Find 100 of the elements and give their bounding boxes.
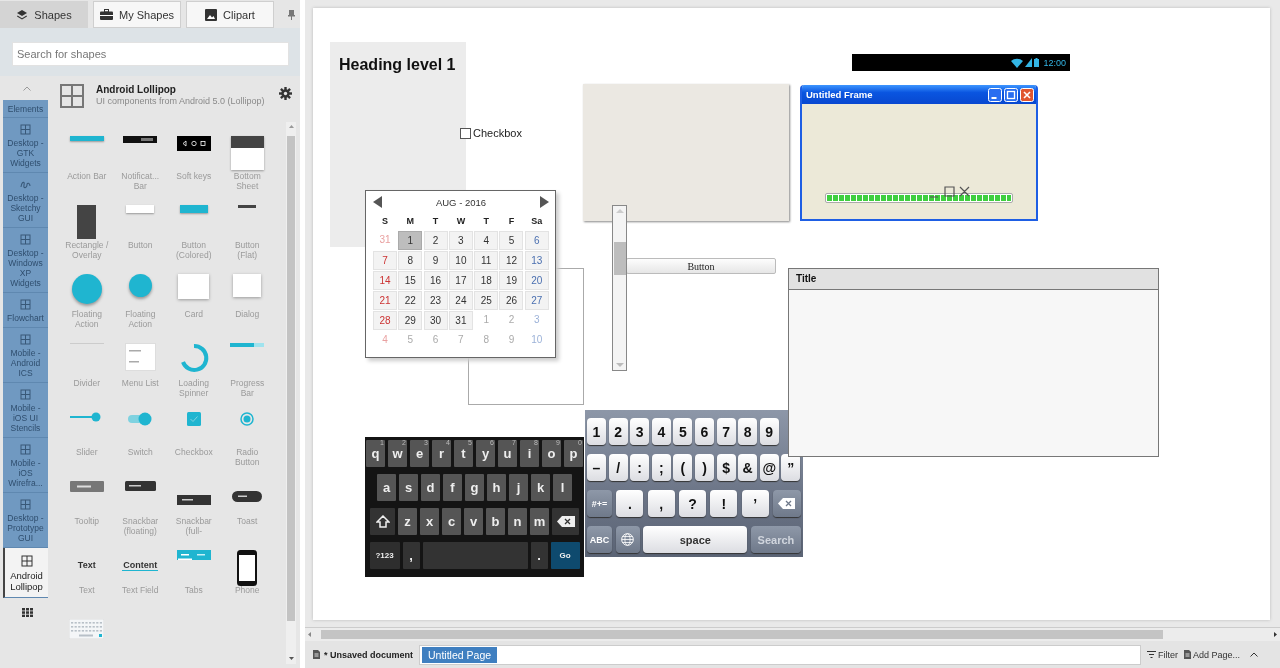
key[interactable]: 6 — [694, 418, 714, 445]
key[interactable]: g — [465, 474, 484, 501]
key[interactable]: ABC — [587, 526, 612, 553]
calendar-day[interactable]: 5 — [499, 231, 524, 250]
scrollbar-thumb[interactable] — [287, 136, 295, 621]
calendar-day[interactable]: 23 — [423, 291, 448, 310]
key[interactable]: , — [647, 490, 675, 517]
key[interactable]: : — [630, 454, 650, 481]
add-page-button[interactable]: Add Page... — [1184, 649, 1241, 660]
scroll-left-icon[interactable] — [308, 632, 311, 637]
key[interactable]: 7 — [716, 418, 736, 445]
calendar-day[interactable]: 20 — [524, 271, 549, 290]
calendar-day[interactable]: 29 — [398, 311, 423, 330]
key[interactable]: 2 — [608, 418, 628, 445]
calendar-day[interactable]: 4 — [474, 231, 499, 250]
calendar-day[interactable]: 19 — [499, 271, 524, 290]
calendar-day[interactable]: 2 — [423, 231, 448, 250]
panel-tab[interactable]: Shapes — [0, 1, 88, 28]
pin-icon[interactable] — [288, 9, 295, 20]
maximize-button[interactable] — [1004, 87, 1018, 102]
calendar-day[interactable]: 9 — [423, 251, 448, 270]
panel-tab[interactable]: My Shapes — [93, 1, 181, 28]
key[interactable]: a — [377, 474, 396, 501]
calendar-day[interactable]: 16 — [423, 271, 448, 290]
key[interactable]: $ — [716, 454, 736, 481]
key[interactable]: k — [531, 474, 550, 501]
scroll-up-icon[interactable] — [288, 125, 294, 128]
key[interactable]: m — [530, 508, 549, 535]
key[interactable]: 8 — [738, 418, 758, 445]
key[interactable]: 5 — [673, 418, 693, 445]
close-button[interactable] — [1020, 87, 1034, 102]
key[interactable]: x — [420, 508, 439, 535]
calendar-day[interactable]: 13 — [524, 251, 549, 270]
backspace-key[interactable] — [772, 490, 801, 517]
key[interactable]: 3 — [630, 418, 650, 445]
key[interactable]: , — [402, 542, 420, 569]
scroll-right-icon[interactable] — [1274, 632, 1277, 637]
calendar-day[interactable]: 7 — [373, 251, 397, 270]
calendar-day[interactable]: 30 — [423, 311, 448, 330]
key[interactable]: #+= — [587, 490, 612, 517]
key[interactable]: s — [399, 474, 418, 501]
scroll-down-icon[interactable] — [288, 657, 294, 660]
key[interactable]: ( — [673, 454, 693, 481]
checkbox[interactable] — [460, 127, 471, 139]
key[interactable]: l — [553, 474, 572, 501]
calendar-day[interactable]: 22 — [398, 291, 423, 310]
key[interactable]: ?123 — [369, 542, 400, 569]
key[interactable]: / — [608, 454, 628, 481]
key[interactable]: 4 — [651, 418, 671, 445]
backspace-key[interactable] — [552, 508, 579, 535]
minimize-button[interactable] — [988, 87, 1002, 102]
key[interactable]: d — [421, 474, 440, 501]
calendar-day[interactable]: 11 — [474, 251, 499, 270]
key[interactable]: f — [443, 474, 462, 501]
key[interactable]: – — [587, 454, 606, 481]
category-tab[interactable]: Android Lollipop — [3, 548, 48, 598]
calendar-day[interactable]: 21 — [373, 291, 397, 310]
key[interactable]: ” — [781, 454, 801, 481]
search-field[interactable]: Search for shapes — [12, 42, 289, 66]
key[interactable]: ; — [651, 454, 671, 481]
scrollbar-thumb[interactable] — [613, 242, 626, 275]
shift-key[interactable] — [370, 508, 395, 535]
apps-icon[interactable] — [21, 608, 33, 617]
filter-button[interactable]: Filter — [1147, 649, 1179, 660]
calendar-day[interactable]: 8 — [398, 251, 423, 270]
calendar-day[interactable]: 25 — [474, 291, 499, 310]
key[interactable]: c — [442, 508, 461, 535]
key[interactable]: b — [486, 508, 505, 535]
key[interactable]: ’ — [741, 490, 769, 517]
key[interactable]: ? — [679, 490, 706, 517]
calendar-day[interactable]: 28 — [373, 311, 397, 330]
calendar-day[interactable]: 27 — [524, 291, 549, 310]
settings-icon[interactable] — [279, 87, 292, 100]
scrollbar-thumb[interactable] — [321, 630, 1163, 639]
calendar-day[interactable]: 10 — [448, 251, 473, 270]
calendar-day[interactable]: 18 — [474, 271, 499, 290]
go-key[interactable]: Go — [550, 542, 580, 569]
calendar-day[interactable]: 17 — [448, 271, 473, 290]
calendar-day[interactable]: 14 — [373, 271, 397, 290]
calendar-day[interactable]: 3 — [448, 231, 473, 250]
page-tab[interactable]: Untitled Page — [422, 646, 498, 663]
globe-key[interactable] — [615, 526, 640, 553]
calendar-day[interactable]: 6 — [524, 231, 549, 250]
key[interactable]: 9 — [759, 418, 779, 445]
key[interactable]: h — [487, 474, 506, 501]
key[interactable]: ) — [694, 454, 714, 481]
key[interactable]: @ — [759, 454, 779, 481]
button[interactable]: Button — [626, 258, 776, 274]
caret-icon[interactable] — [1250, 652, 1259, 657]
key[interactable]: . — [616, 490, 644, 517]
calendar-day[interactable]: 26 — [499, 291, 524, 310]
calendar-day[interactable]: 31 — [448, 311, 473, 330]
key[interactable]: n — [508, 508, 527, 535]
panel-tab[interactable]: Clipart — [186, 1, 274, 28]
space-key[interactable]: space — [643, 526, 748, 553]
key[interactable]: j — [509, 474, 528, 501]
key[interactable]: z — [398, 508, 417, 535]
key[interactable]: v — [464, 508, 483, 535]
calendar-day[interactable]: 15 — [398, 271, 423, 290]
calendar-day[interactable]: 1 — [398, 231, 423, 250]
